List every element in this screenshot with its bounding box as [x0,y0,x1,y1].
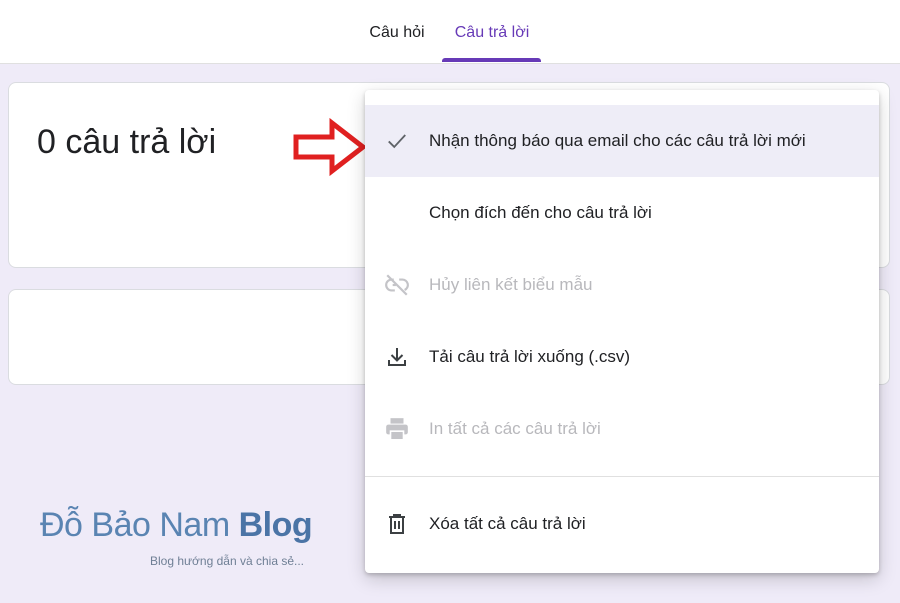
download-icon [383,343,411,371]
menu-item-print-all[interactable]: In tất cả các câu trả lời [365,393,879,465]
menu-item-label: Nhận thông báo qua email cho các câu trả… [429,131,806,150]
tab-questions[interactable]: Câu hỏi [368,24,426,64]
watermark-subtitle: Blog hướng dẫn và chia sẻ... [150,554,304,568]
watermark-title-regular: Đỗ Bảo Nam [40,506,239,544]
responses-more-menu: Nhận thông báo qua email cho các câu trả… [365,90,879,573]
menu-item-select-destination[interactable]: Chọn đích đến cho câu trả lời [365,177,879,249]
watermark-title-bold: Blog [238,506,313,544]
active-tab-indicator [442,58,541,62]
check-icon [383,127,411,155]
response-count: 0 câu trả lời [37,123,217,161]
menu-item-label: Hủy liên kết biểu mẫu [429,275,593,294]
menu-item-download-csv[interactable]: Tải câu trả lời xuống (.csv) [365,321,879,393]
menu-item-label: Chọn đích đến cho câu trả lời [429,203,652,222]
top-tab-bar: Câu hỏi Câu trả lời [0,0,900,64]
link-off-icon [383,271,411,299]
menu-item-delete-all[interactable]: Xóa tất cả câu trả lời [365,488,879,560]
menu-divider [365,476,879,477]
menu-item-label: Tải câu trả lời xuống (.csv) [429,347,631,366]
blog-watermark: Đỗ Bảo Nam Blog Blog hướng dẫn và chia s… [40,506,340,568]
menu-item-label: In tất cả các câu trả lời [429,419,601,438]
menu-item-label: Xóa tất cả câu trả lời [429,514,586,533]
trash-icon [383,510,411,538]
print-icon [383,415,411,443]
menu-item-unlink-form[interactable]: Hủy liên kết biểu mẫu [365,249,879,321]
menu-item-email-notifications[interactable]: Nhận thông báo qua email cho các câu trả… [365,105,879,177]
watermark-title: Đỗ Bảo Nam Blog [40,506,340,545]
red-arrow-annotation [293,118,368,176]
